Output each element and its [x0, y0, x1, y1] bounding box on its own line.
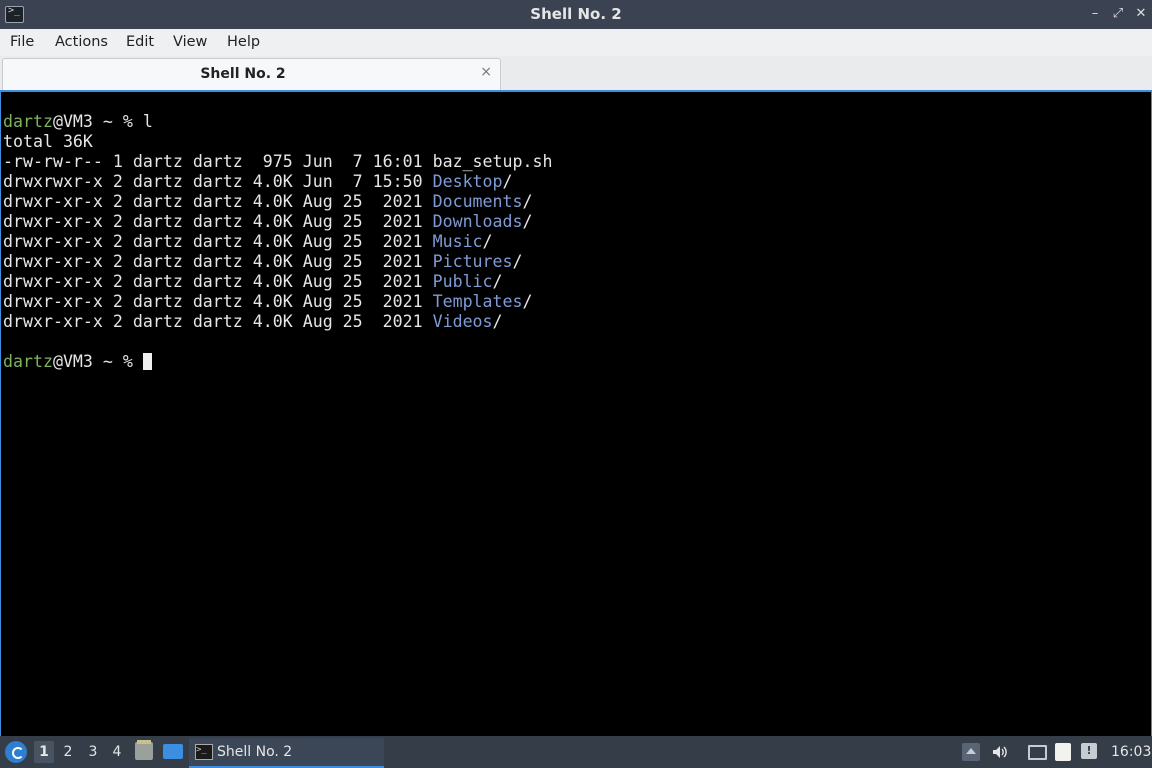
entry-meta: drwxr-xr-x 2 dartz dartz 4.0K Aug 25 202… [3, 232, 433, 251]
terminal-output: dartz@VM3 ~ % l total 36K -rw-rw-r-- 1 d… [3, 112, 552, 372]
listing-row: -rw-rw-r-- 1 dartz dartz 975 Jun 7 16:01… [3, 152, 552, 171]
entry-suffix: / [492, 312, 503, 331]
network-icon[interactable] [1028, 745, 1047, 760]
taskbar-task-shell[interactable]: >_ Shell No. 2 [189, 738, 384, 768]
text-cursor [142, 353, 152, 370]
directory-name: Documents [432, 192, 523, 211]
listing: -rw-rw-r-- 1 dartz dartz 975 Jun 7 16:01… [3, 152, 552, 331]
tab-bar: Shell No. 2 × [0, 56, 1152, 91]
directory-name: Templates [432, 292, 523, 311]
taskbar: 1 2 3 4 >_ Shell No. 2 ! 16:03 [0, 736, 1152, 768]
entry-meta: -rw-rw-r-- 1 dartz dartz 975 Jun 7 16:01 [3, 152, 433, 171]
entry-meta: drwxr-xr-x 2 dartz dartz 4.0K Aug 25 202… [3, 252, 433, 271]
minimize-button[interactable]: – [1086, 5, 1104, 23]
start-menu-icon[interactable] [5, 741, 27, 763]
directory-name: Pictures [432, 252, 513, 271]
listing-row: drwxr-xr-x 2 dartz dartz 4.0K Aug 25 202… [3, 192, 533, 211]
show-desktop-icon[interactable] [163, 744, 183, 759]
listing-row: drwxr-xr-x 2 dartz dartz 4.0K Aug 25 202… [3, 292, 533, 311]
directory-name: Music [432, 232, 483, 251]
entry-suffix: / [482, 232, 493, 251]
listing-row: drwxr-xr-x 2 dartz dartz 4.0K Aug 25 202… [3, 272, 503, 291]
menu-file[interactable]: File [10, 34, 34, 50]
entry-suffix: / [522, 292, 533, 311]
entry-meta: drwxr-xr-x 2 dartz dartz 4.0K Aug 25 202… [3, 212, 433, 231]
listing-row: drwxr-xr-x 2 dartz dartz 4.0K Aug 25 202… [3, 312, 503, 331]
entry-meta: drwxrwxr-x 2 dartz dartz 4.0K Jun 7 15:5… [3, 172, 433, 191]
total-line: total 36K [3, 132, 93, 151]
command-text: l [142, 112, 153, 131]
entry-suffix: / [502, 172, 513, 191]
listing-row: drwxr-xr-x 2 dartz dartz 4.0K Aug 25 202… [3, 252, 523, 271]
tab-shell-2[interactable]: Shell No. 2 × [2, 58, 501, 90]
clock[interactable]: 16:03 [1111, 744, 1151, 760]
menu-edit[interactable]: Edit [126, 34, 154, 50]
terminal-task-icon: >_ [195, 744, 213, 760]
restore-button[interactable]: ⤢ [1109, 5, 1127, 23]
prompt-user: dartz [3, 112, 53, 131]
menu-bar: File Actions Edit View Help [0, 29, 1152, 56]
file-manager-icon[interactable] [135, 740, 153, 760]
terminal-view[interactable]: dartz@VM3 ~ % l total 36K -rw-rw-r-- 1 d… [0, 90, 1152, 737]
tab-close-icon[interactable]: × [480, 64, 492, 80]
listing-row: drwxrwxr-x 2 dartz dartz 4.0K Jun 7 15:5… [3, 172, 513, 191]
entry-meta: drwxr-xr-x 2 dartz dartz 4.0K Aug 25 202… [3, 272, 433, 291]
workspace-4[interactable]: 4 [107, 744, 127, 760]
tray-expand-icon[interactable] [962, 743, 980, 761]
file-name: baz_setup.sh [432, 152, 553, 171]
entry-suffix: / [492, 272, 503, 291]
directory-name: Public [432, 272, 493, 291]
prompt-host: @VM3 ~ % [52, 112, 143, 131]
directory-name: Downloads [432, 212, 523, 231]
workspace-1[interactable]: 1 [34, 741, 54, 763]
notification-icon[interactable]: ! [1081, 743, 1097, 759]
workspace-3[interactable]: 3 [83, 744, 103, 760]
title-bar[interactable]: >_ Shell No. 2 – ⤢ ✕ [0, 0, 1152, 29]
terminal-window: >_ Shell No. 2 – ⤢ ✕ File Actions Edit V… [0, 0, 1152, 737]
menu-help[interactable]: Help [227, 34, 260, 50]
listing-row: drwxr-xr-x 2 dartz dartz 4.0K Aug 25 202… [3, 232, 493, 251]
entry-meta: drwxr-xr-x 2 dartz dartz 4.0K Aug 25 202… [3, 292, 433, 311]
directory-name: Desktop [432, 172, 503, 191]
prompt-host: @VM3 ~ % [52, 352, 143, 371]
window-title: Shell No. 2 [530, 5, 622, 23]
clipboard-icon[interactable] [1055, 743, 1071, 761]
prompt-user: dartz [3, 352, 53, 371]
entry-meta: drwxr-xr-x 2 dartz dartz 4.0K Aug 25 202… [3, 312, 433, 331]
entry-suffix: / [522, 192, 533, 211]
workspace-2[interactable]: 2 [58, 744, 78, 760]
tab-label: Shell No. 2 [200, 66, 286, 82]
volume-icon[interactable] [991, 743, 1009, 761]
listing-row: drwxr-xr-x 2 dartz dartz 4.0K Aug 25 202… [3, 212, 533, 231]
entry-suffix: / [522, 212, 533, 231]
menu-actions[interactable]: Actions [55, 34, 108, 50]
entry-meta: drwxr-xr-x 2 dartz dartz 4.0K Aug 25 202… [3, 192, 433, 211]
menu-view[interactable]: View [173, 34, 207, 50]
directory-name: Videos [432, 312, 493, 331]
close-button[interactable]: ✕ [1132, 5, 1150, 23]
task-label: Shell No. 2 [217, 744, 293, 760]
entry-suffix: / [512, 252, 523, 271]
